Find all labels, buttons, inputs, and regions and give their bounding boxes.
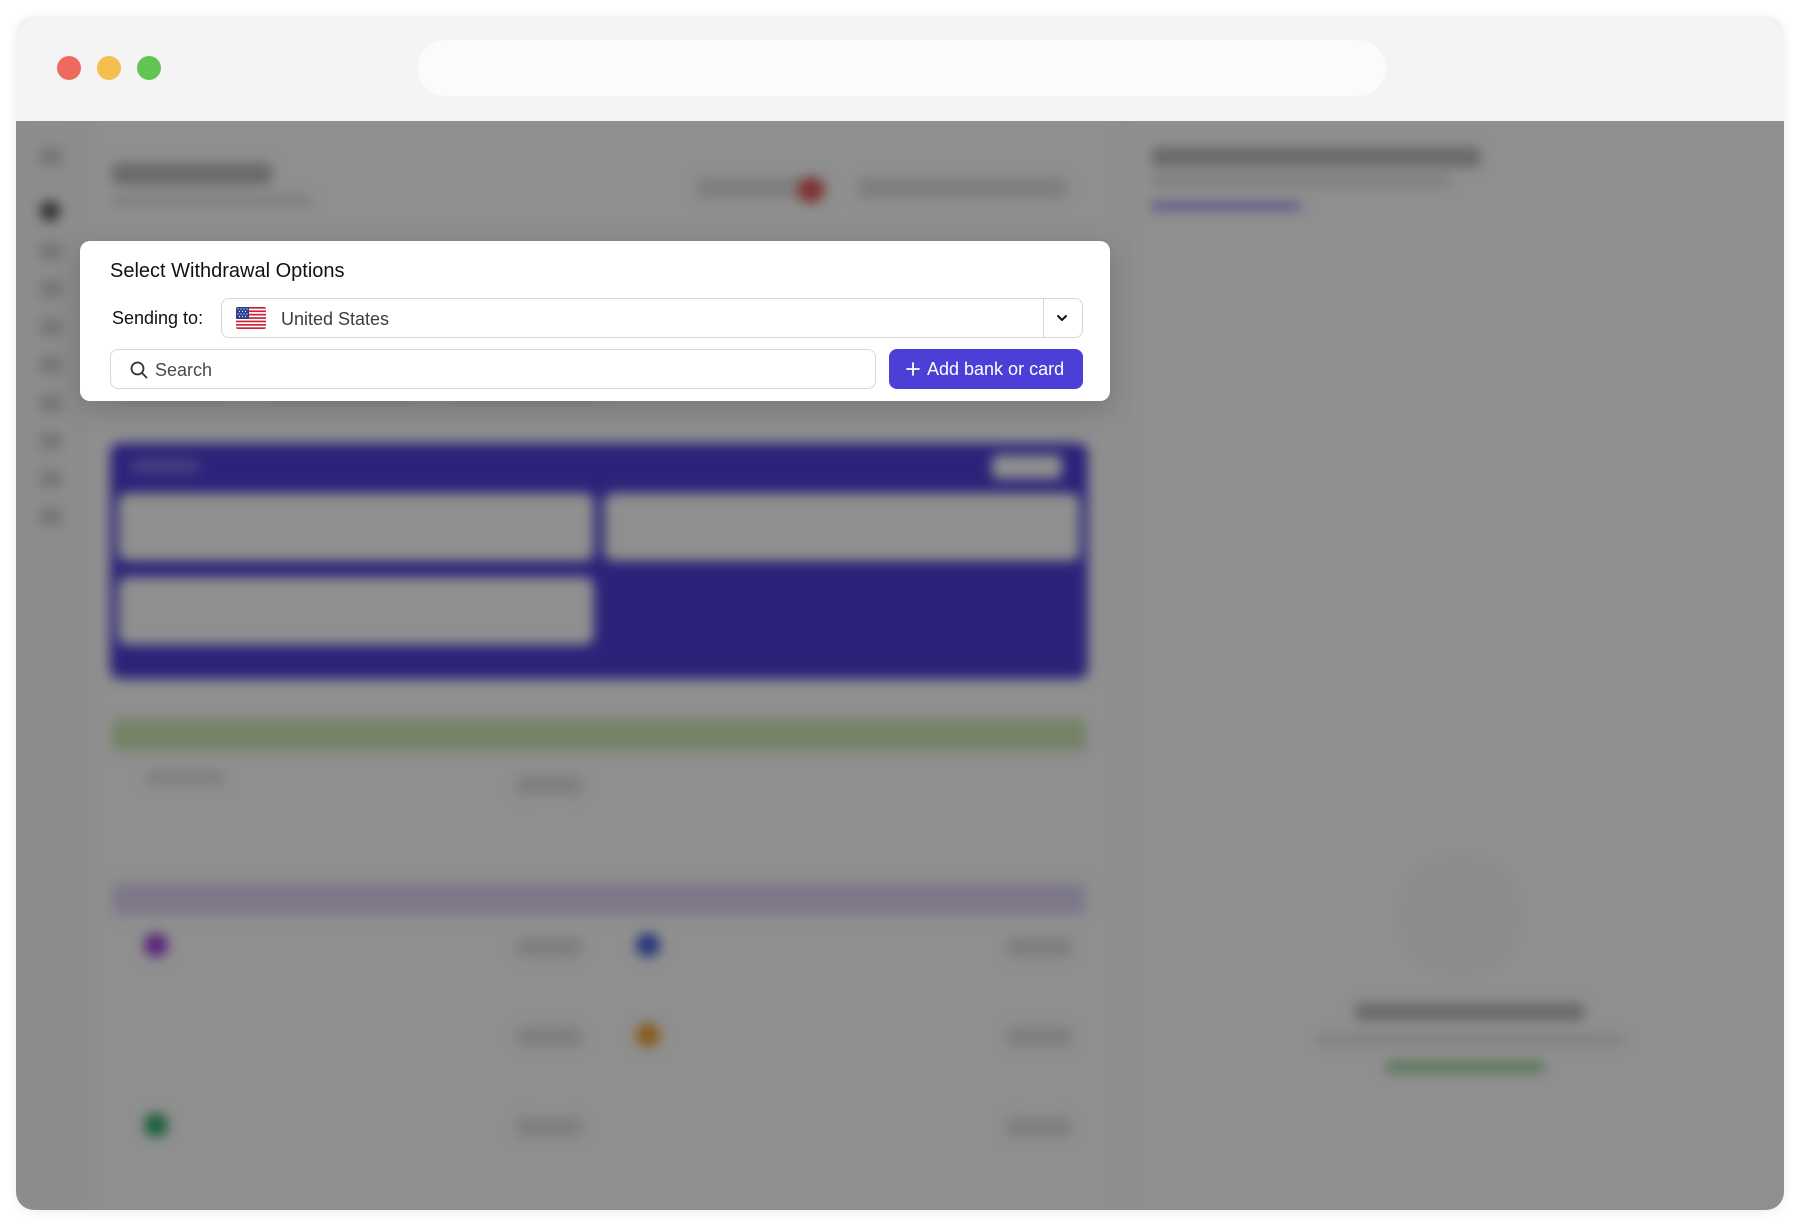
browser-titlebar [16, 16, 1784, 121]
page-viewport: Select Withdrawal Options Sending to: Un… [16, 121, 1784, 1210]
add-bank-or-card-button[interactable]: Add bank or card [889, 349, 1083, 389]
search-box[interactable] [110, 349, 876, 389]
withdrawal-options-modal: Select Withdrawal Options Sending to: Un… [80, 241, 1110, 401]
us-flag-icon [236, 307, 266, 329]
add-bank-or-card-label: Add bank or card [927, 359, 1065, 379]
sending-to-label: Sending to: [112, 308, 204, 328]
chevron-down-icon[interactable] [1052, 308, 1072, 328]
country-select[interactable]: United States [221, 298, 1083, 338]
minimize-window-button[interactable] [97, 56, 121, 80]
selected-country: United States [281, 309, 390, 329]
select-divider [1043, 299, 1044, 337]
browser-window: Select Withdrawal Options Sending to: Un… [16, 16, 1784, 1210]
maximize-window-button[interactable] [137, 56, 161, 80]
address-bar[interactable] [418, 40, 1386, 96]
plus-icon [903, 359, 923, 379]
close-window-button[interactable] [57, 56, 81, 80]
modal-title: Select Withdrawal Options [110, 260, 345, 282]
search-input[interactable] [155, 356, 855, 384]
search-icon [129, 360, 149, 380]
